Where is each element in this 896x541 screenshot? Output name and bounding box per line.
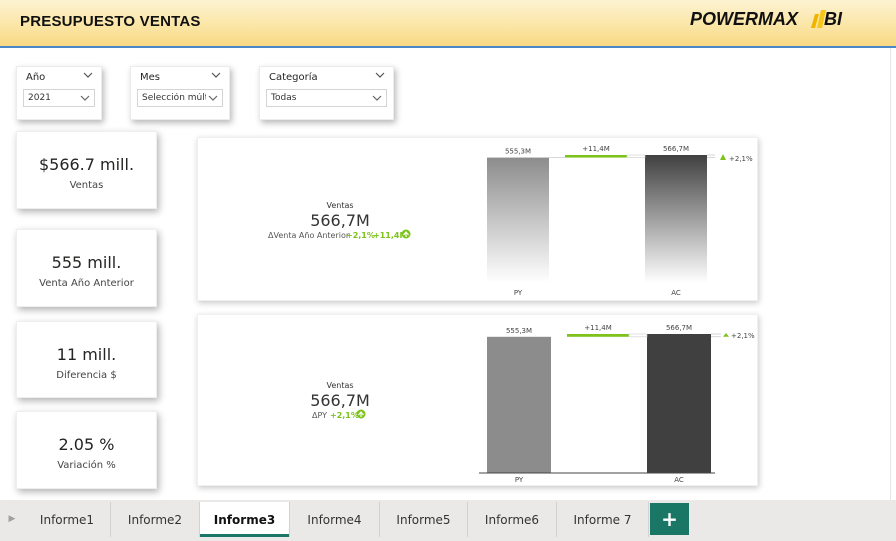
ac-bar-label: 566,7M xyxy=(666,324,692,332)
delta-label: +11,4M xyxy=(584,324,612,332)
slicer-category-dropdown[interactable]: Todas xyxy=(266,89,387,107)
variance-chart-1-svg: Ventas 566,7M ΔVenta Año Anterior +2,1% … xyxy=(268,145,753,297)
tab-informe1[interactable]: Informe1 xyxy=(24,502,111,537)
chevron-down-icon[interactable] xyxy=(80,94,90,102)
kpi-main-value: 566,7M xyxy=(310,391,370,410)
delta-gap xyxy=(626,154,646,158)
kpi-card-venta-ano-anterior[interactable]: 555 mill. Venta Año Anterior xyxy=(16,229,157,307)
kpi-title: Ventas xyxy=(326,381,353,390)
x-tick-py: PY xyxy=(514,289,523,297)
kpi-label: Ventas xyxy=(69,180,104,191)
delta-bar xyxy=(567,334,629,337)
chevron-down-icon[interactable] xyxy=(375,71,385,79)
report-header: PRESUPUESTO VENTAS POWERMAX BI xyxy=(0,0,896,46)
kpi-label: Diferencia $ xyxy=(56,370,117,381)
slicer-value: Selección múlti... xyxy=(142,93,206,103)
add-page-button[interactable]: + xyxy=(650,503,689,535)
kpi-sub-pct: +2,1% xyxy=(346,231,375,240)
kpi-value: 2.05 % xyxy=(58,435,115,454)
page-title: PRESUPUESTO VENTAS xyxy=(20,13,201,30)
tab-informe4[interactable]: Informe4 xyxy=(290,502,380,537)
py-bar-label: 555,3M xyxy=(506,327,532,335)
kpi-card-ventas[interactable]: $566.7 mill. Ventas xyxy=(16,131,157,209)
kpi-value: $566.7 mill. xyxy=(38,155,135,174)
kpi-label: Variación % xyxy=(57,460,116,471)
kpi-sub-label: ΔPY xyxy=(312,411,327,420)
chevron-down-icon[interactable] xyxy=(83,71,93,79)
variance-chart-1[interactable]: Ventas 566,7M ΔVenta Año Anterior +2,1% … xyxy=(197,137,758,301)
kpi-title: Ventas xyxy=(326,201,353,210)
py-bar xyxy=(487,336,551,473)
variance-chart-2-svg: Ventas 566,7M ΔPY +2,1% 555,3M 566,7M +1… xyxy=(310,324,755,484)
py-bar xyxy=(487,157,549,283)
pct-label: +2,1% xyxy=(731,332,755,340)
slicer-value: 2021 xyxy=(28,93,51,103)
slicer-label: Categoría xyxy=(269,72,318,83)
x-tick-py: PY xyxy=(515,476,524,484)
kpi-card-diferencia[interactable]: 11 mill. Diferencia $ xyxy=(16,321,157,398)
tab-scroll-left-icon[interactable]: ▶ xyxy=(0,500,24,538)
kpi-value: 11 mill. xyxy=(56,345,117,364)
pct-arrow-head xyxy=(720,154,726,160)
up-arrow-icon xyxy=(356,409,366,419)
ac-bar-label: 566,7M xyxy=(663,145,689,153)
x-tick-ac: AC xyxy=(671,289,681,297)
slicer-category[interactable]: Categoría Todas xyxy=(259,66,394,120)
page-tab-bar: ▶ Informe1 Informe2 Informe3 Informe4 In… xyxy=(0,500,896,541)
kpi-sub-label: ΔVenta Año Anterior xyxy=(268,231,350,240)
tab-informe3[interactable]: Informe3 xyxy=(200,502,290,537)
slicer-month-dropdown[interactable]: Selección múlti... xyxy=(137,89,223,107)
canvas-border xyxy=(890,48,891,500)
tab-informe7[interactable]: Informe 7 xyxy=(557,502,649,537)
ac-bar xyxy=(647,334,711,473)
py-bar-label: 555,3M xyxy=(505,148,531,156)
pct-up-arrow-icon xyxy=(720,154,726,160)
chevron-down-icon[interactable] xyxy=(372,94,382,102)
chevron-down-icon[interactable] xyxy=(208,94,218,102)
slicer-month[interactable]: Mes Selección múlti... xyxy=(130,66,230,120)
slicer-year-dropdown[interactable]: 2021 xyxy=(23,89,95,107)
delta-label: +11,4M xyxy=(582,145,610,153)
up-arrow-icon xyxy=(401,229,411,239)
kpi-card-variacion[interactable]: 2.05 % Variación % xyxy=(16,411,157,489)
slicer-label: Mes xyxy=(140,72,160,83)
x-tick-ac: AC xyxy=(674,476,684,484)
kpi-value: 555 mill. xyxy=(51,253,122,272)
variance-chart-2[interactable]: Ventas 566,7M ΔPY +2,1% 555,3M 566,7M +1… xyxy=(197,314,758,486)
kpi-sub-pct: +2,1% xyxy=(330,411,359,420)
pct-label: +2,1% xyxy=(729,155,753,163)
kpi-label: Venta Año Anterior xyxy=(39,278,134,289)
tab-informe2[interactable]: Informe2 xyxy=(111,502,200,537)
kpi-main-value: 566,7M xyxy=(310,211,370,230)
tab-informe5[interactable]: Informe5 xyxy=(380,502,468,537)
logo-bi-text: BI xyxy=(824,9,842,29)
slicer-label: Año xyxy=(26,72,46,83)
header-divider xyxy=(0,46,896,48)
delta-bar xyxy=(565,155,627,158)
delta-gap xyxy=(628,333,648,338)
logo-text: POWERMAX xyxy=(690,9,798,29)
chevron-down-icon[interactable] xyxy=(211,71,221,79)
slicer-value: Todas xyxy=(271,93,297,103)
tab-informe6[interactable]: Informe6 xyxy=(468,502,557,537)
ac-bar xyxy=(645,155,707,283)
slicer-year[interactable]: Año 2021 xyxy=(16,66,102,120)
pct-up-triangle-icon xyxy=(723,333,729,337)
